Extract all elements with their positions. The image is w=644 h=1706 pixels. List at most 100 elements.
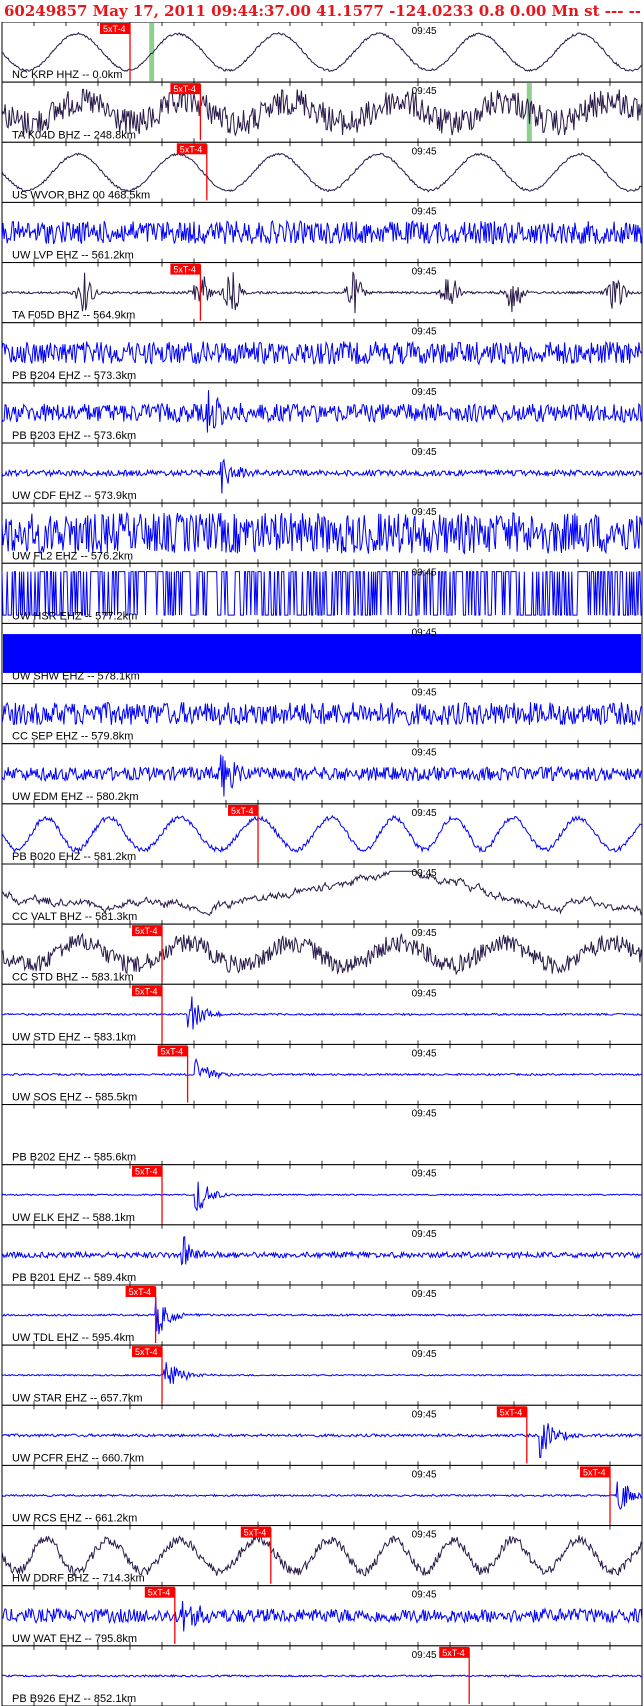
time-label: 09:45 <box>412 988 437 999</box>
trace-13: 09:45 UW EDM EHZ -- 580.2km <box>1 743 643 805</box>
time-label: 09:45 <box>412 688 437 699</box>
time-label: 09:45 <box>412 507 437 518</box>
trace-6: 09:45 PB B204 EHZ -- 573.3km <box>1 322 643 384</box>
trace-25: 09:45 5xT-4 UW RCS EHZ -- 661.2km <box>1 1464 643 1527</box>
time-label: 09:45 <box>412 928 437 939</box>
station-label: PB B203 EHZ -- 573.6km <box>12 430 136 442</box>
event-id: 60249857 <box>4 2 88 20</box>
station-label: PB B201 EHZ -- 589.4km <box>12 1272 136 1284</box>
event-magnitude: 0.00 <box>509 2 547 20</box>
trace-20: 09:45 5xT-4 UW ELK EHZ -- 588.1km <box>1 1164 643 1226</box>
trace-2: 09:45 5xT-4 TA K04D BHZ -- 248.8km <box>1 81 643 143</box>
time-label: 09:45 <box>412 748 437 759</box>
time-label: 09:45 <box>412 1048 437 1059</box>
time-label: 09:45 <box>412 1229 437 1240</box>
trace-28: 09:45 5xT-4 PB B926 EHZ -- 852.1km <box>1 1645 643 1706</box>
event-header: 60249857 May 17, 2011 09:44:37.00 41.157… <box>4 0 640 22</box>
station-label: UW RCS EHZ -- 661.2km <box>12 1513 137 1525</box>
trace-8: 09:45 UW CDF EHZ -- 573.9km <box>1 442 643 504</box>
pick-label: 5xT-4 <box>500 1407 523 1417</box>
station-label: TA K04D BHZ -- 248.8km <box>12 129 136 141</box>
time-label: 09:45 <box>412 1590 437 1601</box>
trace-18: 09:45 5xT-4 UW SOS EHZ -- 585.5km <box>1 1043 643 1106</box>
station-label: UW ELK EHZ -- 588.1km <box>12 1212 135 1224</box>
time-label: 09:45 <box>412 1409 437 1420</box>
time-label: 09:45 <box>412 627 437 638</box>
pick-label: 5xT-4 <box>244 1528 267 1538</box>
station-label: PB B926 EHZ -- 852.1km <box>12 1693 136 1705</box>
pick-label: 5xT-4 <box>148 1588 171 1598</box>
trace-11: 09:45 UW SHW EHZ -- 578.1km <box>1 622 643 685</box>
trace-17: 09:45 5xT-4 UW STD EHZ -- 583.1km <box>1 983 643 1045</box>
trace-22: 09:45 5xT-4 UW TDL EHZ -- 595.4km <box>1 1284 643 1346</box>
time-label: 09:45 <box>412 86 437 97</box>
pick-label: 5xT-4 <box>583 1467 606 1477</box>
time-label: 09:45 <box>412 1469 437 1480</box>
trace-7: 09:45 PB B203 EHZ -- 573.6km <box>1 382 643 444</box>
station-label: US WVOR BHZ 00 468.5km <box>12 189 150 201</box>
station-label: UW HSR EHZ -- 577.2km <box>12 610 137 622</box>
station-label: UW FL2 EHZ -- 576.2km <box>12 550 133 562</box>
station-label: NC KRP HHZ -- 0.0km <box>12 69 122 81</box>
station-label: UW TDL EHZ -- 595.4km <box>12 1332 134 1344</box>
time-label: 09:45 <box>412 387 437 398</box>
station-label: UW WAT EHZ -- 795.8km <box>12 1633 137 1645</box>
trace-16: 09:45 5xT-4 CC STD BHZ -- 583.1km <box>1 923 643 985</box>
station-label: UW CDF EHZ -- 573.9km <box>12 490 137 502</box>
time-label: 09:45 <box>412 1530 437 1541</box>
time-label: 09:45 <box>412 206 437 217</box>
pick-label: 5xT-4 <box>161 1046 184 1056</box>
station-label: PB B020 EHZ -- 581.2km <box>12 851 136 863</box>
event-depth: 0.8 <box>478 2 505 20</box>
trace-14: 09:45 5xT-4 PB B020 EHZ -- 581.2km <box>1 803 643 865</box>
pick-label: 5xT-4 <box>173 84 196 94</box>
event-location: 41.1577 -124.0233 <box>316 2 474 20</box>
trace-3: 09:45 5xT-4 US WVOR BHZ 00 468.5km <box>1 141 643 203</box>
time-label: 09:45 <box>412 808 437 819</box>
time-label: 09:45 <box>412 1349 437 1360</box>
trace-21: 09:45 PB B201 EHZ -- 589.4km <box>1 1224 643 1286</box>
time-label: 09:45 <box>412 567 437 578</box>
trace-4: 09:45 UW LVP EHZ -- 561.2km <box>1 201 643 264</box>
station-label: UW SHW EHZ -- 578.1km <box>12 671 140 683</box>
station-label: CC STD BHZ -- 583.1km <box>12 971 134 983</box>
trace-12: 09:45 CC SEP EHZ -- 579.8km <box>1 683 643 745</box>
time-label: 09:45 <box>412 447 437 458</box>
event-datetime: May 17, 2011 09:44:37.00 <box>92 2 311 20</box>
pick-label: 5xT-4 <box>103 24 126 34</box>
trace-26: 09:45 5xT-4 HW DDRF BHZ -- 714.3km <box>1 1525 643 1587</box>
time-label: 09:45 <box>412 1289 437 1300</box>
time-label: 09:45 <box>412 1650 437 1661</box>
time-label: 09:45 <box>412 868 437 879</box>
time-label: 09:45 <box>412 146 437 157</box>
station-label: UW SOS EHZ -- 585.5km <box>12 1092 137 1104</box>
trace-5: 09:45 5xT-4 TA F05D BHZ -- 564.9km <box>1 262 643 324</box>
station-label: UW STAR EHZ -- 657.7km <box>12 1392 143 1404</box>
station-label: UW LVP EHZ -- 561.2km <box>12 250 134 262</box>
pick-label: 5xT-4 <box>180 144 203 154</box>
station-label: UW EDM EHZ -- 580.2km <box>12 791 139 803</box>
station-label: PB B204 EHZ -- 573.3km <box>12 370 136 382</box>
trace-19: 09:45 PB B202 EHZ -- 585.6km <box>1 1104 643 1166</box>
trace-1: 09:45 5xT-4 NC KRP HHZ -- 0.0km <box>1 22 643 83</box>
station-label: UW STD EHZ -- 583.1km <box>12 1031 136 1043</box>
station-label: CC SEP EHZ -- 579.8km <box>12 731 133 743</box>
station-label: UW PCFR EHZ -- 660.7km <box>12 1452 144 1464</box>
station-label: TA F05D BHZ -- 564.9km <box>12 310 135 322</box>
pick-label: 5xT-4 <box>135 1347 158 1357</box>
pick-label: 5xT-4 <box>135 986 158 996</box>
pick-label: 5xT-4 <box>173 265 196 275</box>
pick-label: 5xT-4 <box>442 1648 465 1658</box>
time-label: 09:45 <box>412 327 437 338</box>
time-label: 09:45 <box>412 26 437 37</box>
pick-label: 5xT-4 <box>135 1167 158 1177</box>
time-label: 09:45 <box>412 1169 437 1180</box>
seismogram-plot: 09:45 5xT-4 NC KRP HHZ -- 0.0km 09:45 5xT-4 T… <box>1 22 643 1706</box>
trace-9: 09:45 UW FL2 EHZ -- 576.2km <box>1 502 643 564</box>
trace-10: 09:45 UW HSR EHZ -- 577.2km <box>1 562 643 624</box>
trace-24: 09:45 5xT-4 UW PCFR EHZ -- 660.7km <box>1 1404 643 1466</box>
event-mag-type: Mn <box>551 2 580 20</box>
trace-23: 09:45 5xT-4 UW STAR EHZ -- 657.7km <box>1 1344 643 1406</box>
station-label: CC VALT BHZ -- 581.3km <box>12 911 137 923</box>
trace-27: 09:45 5xT-4 UW WAT EHZ -- 795.8km <box>1 1585 643 1647</box>
